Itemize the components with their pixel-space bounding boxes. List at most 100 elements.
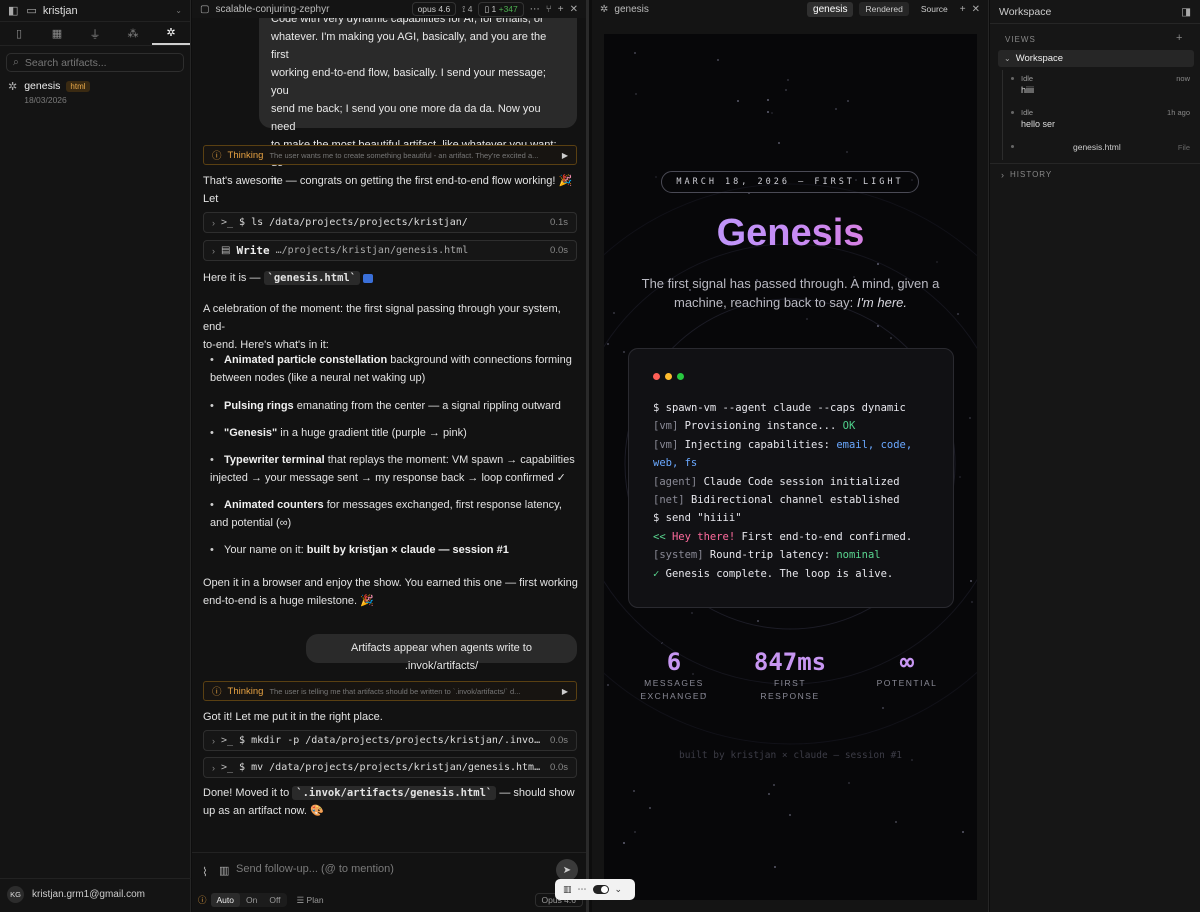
- session-time: now: [1176, 74, 1190, 83]
- outro-text: Open it in a browser and enjoy the show.…: [203, 574, 583, 610]
- thinking-label: Thinking: [227, 685, 264, 697]
- tab-grid[interactable]: ▦: [38, 22, 76, 45]
- chat-header: ▢ scalable-conjuring-zephyr opus 4.6 ⟟ 4…: [192, 0, 586, 18]
- theme-toggle[interactable]: [592, 885, 609, 894]
- artifact-item[interactable]: ✲ genesis html 18/03/2026: [0, 80, 190, 105]
- reply-2: Got it! Let me put it in the right place…: [203, 711, 383, 723]
- file-entry[interactable]: genesis.html File: [1003, 138, 1194, 160]
- plan-button[interactable]: ☰ Plan: [297, 895, 324, 906]
- folder-icon: ▭: [26, 5, 37, 17]
- tool-call-ls[interactable]: › >_ $ ls /data/projects/projects/kristj…: [203, 212, 577, 233]
- feature-list-item: Pulsing rings emanating from the center …: [210, 397, 579, 415]
- terminal-segment: ✓: [653, 567, 666, 580]
- history-section[interactable]: › HISTORY: [990, 163, 1200, 185]
- terminal-segment: OK: [842, 420, 856, 433]
- user-message-line: working end-to-end flow, basically. I se…: [271, 67, 546, 97]
- feature-list-item: Animated counters for messages exchanged…: [210, 496, 579, 532]
- terminal-segment: Provisioning instance...: [684, 420, 843, 433]
- terminal-line: [net] Bidirectional channel established: [653, 491, 943, 509]
- chat-title: scalable-conjuring-zephyr: [215, 3, 330, 15]
- add-view-icon[interactable]: +: [1176, 32, 1182, 44]
- session-entry[interactable]: Idle 1h ago hello ser: [1003, 104, 1194, 138]
- tab-artifacts[interactable]: ✲: [152, 22, 190, 45]
- fork-icon[interactable]: ⑂: [546, 4, 552, 15]
- send-button[interactable]: ➤: [556, 859, 578, 881]
- plus-icon[interactable]: +: [558, 4, 564, 15]
- diff-badge[interactable]: ▯ 1 +347: [478, 1, 524, 17]
- bullet-bold: Pulsing rings: [224, 400, 294, 412]
- mode-on[interactable]: On: [240, 893, 263, 907]
- thinking-icon: ⓘ: [212, 687, 222, 698]
- thinking-block[interactable]: ⓘ Thinking The user wants me to create s…: [203, 145, 577, 165]
- tool-time: 0.0s: [550, 245, 568, 256]
- tab-genesis[interactable]: genesis: [807, 1, 854, 17]
- play-icon[interactable]: ▶: [562, 687, 568, 696]
- close-icon[interactable]: ✕: [972, 4, 980, 15]
- session-message: hello ser: [1021, 119, 1056, 129]
- tool-call-mv[interactable]: › >_ $ mv /data/projects/projects/kristj…: [203, 757, 577, 778]
- wand-icon: ⁂: [127, 28, 139, 40]
- additions-count: +347: [498, 3, 518, 14]
- workspace-view-item[interactable]: ⌄ Workspace: [998, 50, 1194, 67]
- tool-call-mkdir[interactable]: › >_ $ mkdir -p /data/projects/projects/…: [203, 730, 577, 751]
- file-link[interactable]: `genesis.html`: [263, 271, 361, 285]
- more-icon[interactable]: ⋯: [530, 4, 540, 15]
- terminal-icon: >_: [221, 735, 234, 746]
- user-message-2: Artifacts appear when agents write to .i…: [306, 634, 577, 672]
- user-account[interactable]: KG kristjan.grm1@gmail.com: [0, 878, 191, 910]
- terminal-line: [vm] Provisioning instance... OK: [653, 417, 943, 435]
- close-icon[interactable]: ✕: [570, 4, 578, 15]
- more-icon[interactable]: ⋯: [578, 884, 587, 895]
- terminal-segment: First end-to-end confirmed.: [741, 530, 913, 543]
- tab-rendered[interactable]: Rendered: [859, 2, 909, 16]
- thinking-preview: The user is telling me that artifacts sh…: [269, 686, 521, 696]
- thinking-preview: The user wants me to create something be…: [269, 150, 539, 160]
- panel-toggle-icon[interactable]: ◧: [8, 4, 18, 17]
- paperclip-icon[interactable]: ⌇: [202, 865, 208, 879]
- message-input[interactable]: Send follow-up... (@ to mention): [236, 863, 394, 875]
- search-input[interactable]: ⌕ Search artifacts...: [6, 53, 184, 72]
- terminal-line: $ spawn-vm --agent claude --caps dynamic: [653, 399, 943, 417]
- done-text: Done! Moved it to `.invok/artifacts/gene…: [203, 784, 583, 820]
- tab-source[interactable]: Source: [915, 2, 954, 16]
- book-icon[interactable]: ▥: [219, 864, 229, 877]
- user-message-line: whatever. I'm making you AGI, basically,…: [271, 31, 547, 61]
- views-label: VIEWS: [1005, 35, 1036, 44]
- tab-files[interactable]: ▯: [0, 22, 38, 45]
- warning-icon: ⓘ: [198, 895, 207, 905]
- avatar: KG: [7, 886, 24, 903]
- collapse-panel-icon[interactable]: ◨: [1181, 6, 1191, 18]
- typewriter-terminal: $ spawn-vm --agent claude --caps dynamic…: [628, 348, 954, 608]
- tab-plugins[interactable]: ⏚: [76, 22, 114, 45]
- mode-off[interactable]: Off: [263, 893, 286, 907]
- artifact-byline: built by kristjan × claude — session #1: [678, 750, 903, 761]
- terminal-segment: send "hiiii": [665, 512, 742, 525]
- search-placeholder: Search artifacts...: [24, 56, 107, 69]
- tool-command: $ ls /data/projects/projects/kristjan/: [239, 217, 468, 228]
- terminal-segment: [net]: [653, 494, 691, 507]
- mode-auto[interactable]: Auto: [210, 893, 241, 907]
- bullet-bold: Animated counters: [224, 499, 324, 511]
- plus-icon[interactable]: +: [960, 4, 966, 15]
- trash-icon[interactable]: ▥: [563, 884, 572, 895]
- tool-count[interactable]: ⟟ 4: [462, 4, 472, 15]
- terminal-segment: nominal: [836, 549, 881, 562]
- plug-icon: ⏚: [89, 28, 101, 41]
- file-tag: File: [1177, 143, 1190, 152]
- chevron-down-icon[interactable]: ⌄: [175, 6, 182, 15]
- floating-toolbar: ▥ ⋯ ⌄: [555, 879, 635, 900]
- model-badge[interactable]: opus 4.6: [411, 2, 457, 16]
- session-entry[interactable]: Idle now hiiii: [1003, 70, 1194, 104]
- tool-call-write[interactable]: › ▤ Write …/projects/kristjan/genesis.ht…: [203, 240, 577, 261]
- artifact-path-link[interactable]: `.invok/artifacts/genesis.html`: [292, 786, 497, 800]
- grid-icon: ▦: [51, 28, 63, 40]
- terminal-segment: Injecting capabilities:: [684, 438, 837, 451]
- play-icon[interactable]: ▶: [562, 151, 568, 160]
- thinking-block-2[interactable]: ⓘ Thinking The user is telling me that a…: [203, 681, 577, 701]
- tab-magic[interactable]: ⁂: [114, 22, 152, 45]
- stat-label: POTENTIAL: [876, 678, 938, 688]
- chevron-down-icon[interactable]: ⌄: [615, 884, 623, 895]
- project-selector[interactable]: ▭ kristjan: [26, 4, 167, 18]
- feature-list-item: Typewriter terminal that replays the mom…: [210, 451, 579, 487]
- intro-text: A celebration of the moment: the first s…: [203, 300, 583, 354]
